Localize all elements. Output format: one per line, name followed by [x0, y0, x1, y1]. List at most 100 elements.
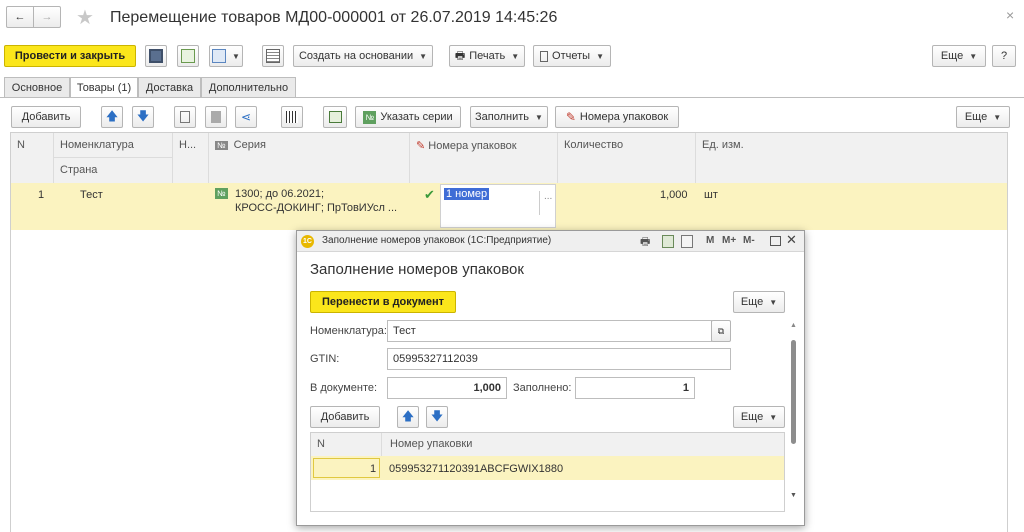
- arrow-up-icon: 🡅: [401, 408, 415, 423]
- col-h-header[interactable]: Н...: [173, 133, 209, 183]
- arrow-down-icon: 🡇: [136, 108, 150, 123]
- create-based-on-button[interactable]: Создать на основании ▼: [293, 45, 433, 67]
- packages-row-n: 1: [370, 463, 377, 475]
- reports-button[interactable]: Отчеты ▼: [533, 45, 611, 67]
- save-button[interactable]: [145, 45, 167, 67]
- goods-more-button[interactable]: Еще ▼: [956, 106, 1010, 128]
- choice-button[interactable]: ...: [539, 191, 552, 215]
- tab-main[interactable]: Основное: [4, 77, 70, 97]
- printer-icon: 🖶: [454, 49, 466, 62]
- memory-m-button[interactable]: M: [706, 235, 714, 246]
- row-series-line2: КРОСС-ДОКИНГ; ПрТовИУсл ...: [235, 202, 398, 214]
- chevron-down-icon: ▼: [969, 51, 978, 61]
- chevron-down-icon: ▼: [232, 51, 240, 61]
- packages-col-n-header[interactable]: N: [311, 433, 382, 456]
- post-button[interactable]: [177, 45, 199, 67]
- dialog-move-up-button[interactable]: 🡅: [397, 406, 419, 428]
- in-document-label: В документе:: [310, 382, 378, 394]
- print-preview-icon[interactable]: 🖶: [640, 233, 650, 252]
- row-series-badge: №: [215, 188, 228, 199]
- arrow-right-icon: →: [41, 11, 53, 23]
- package-numbers-button[interactable]: ✎ Номера упаковок: [555, 106, 679, 128]
- open-nomenclature-button[interactable]: ⧉: [711, 320, 731, 342]
- dialog-heading: Заполнение номеров упаковок: [310, 261, 524, 278]
- document-check-icon: [181, 49, 195, 63]
- dialog-move-down-button[interactable]: 🡇: [426, 406, 448, 428]
- filled-label: Заполнено:: [513, 382, 572, 394]
- dialog-more2-button[interactable]: Еще ▼: [733, 406, 785, 428]
- split-button[interactable]: ⋖: [235, 106, 257, 128]
- arrow-left-icon: ←: [14, 11, 26, 23]
- transfer-to-document-button[interactable]: Перенести в документ: [310, 291, 456, 313]
- tabs-underline: [0, 97, 1024, 98]
- fill-button[interactable]: Заполнить ▼: [470, 106, 548, 128]
- col-quantity-header[interactable]: Количество: [558, 133, 696, 183]
- back-button[interactable]: ←: [6, 6, 34, 28]
- tab-goods[interactable]: Товары (1): [70, 77, 138, 98]
- barcode-button[interactable]: [281, 106, 303, 128]
- share-icon: ⋖: [240, 110, 252, 124]
- chevron-down-icon: ▼: [596, 51, 604, 61]
- post-and-close-button[interactable]: Провести и закрыть: [4, 45, 136, 67]
- chevron-down-icon: ▼: [993, 112, 1002, 122]
- maximize-icon[interactable]: [770, 236, 781, 246]
- pick-button[interactable]: [323, 106, 347, 128]
- calculator-icon[interactable]: [662, 235, 674, 248]
- dialog-more-button[interactable]: Еще ▼: [733, 291, 785, 313]
- table-pick-icon: [328, 111, 342, 123]
- copy-icon: [180, 111, 190, 123]
- arrow-down-icon: 🡇: [430, 408, 444, 423]
- packages-col-number-header[interactable]: Номер упаковки: [382, 433, 784, 456]
- add-button[interactable]: Добавить: [11, 106, 81, 128]
- dialog-close-icon[interactable]: ✕: [786, 232, 797, 248]
- row-series-line1: 1300; до 06.2021;: [235, 188, 324, 200]
- check-icon: ✔: [424, 187, 435, 202]
- move-up-button[interactable]: 🡅: [101, 106, 123, 128]
- row-n: 1: [38, 189, 45, 201]
- more-button[interactable]: Еще ▼: [932, 45, 986, 67]
- tab-additional[interactable]: Дополнительно: [201, 77, 296, 97]
- dialog-window-title: Заполнение номеров упаковок (1С:Предприя…: [322, 235, 552, 246]
- journal-button[interactable]: [262, 45, 284, 67]
- help-button[interactable]: ?: [992, 45, 1016, 67]
- dialog-add-button[interactable]: Добавить: [310, 406, 380, 428]
- series-number-icon: №: [363, 110, 377, 124]
- close-icon[interactable]: ×: [1006, 7, 1014, 23]
- memory-plus-button[interactable]: M+: [722, 235, 736, 246]
- calendar-icon[interactable]: [681, 235, 693, 248]
- report-icon: [540, 50, 549, 62]
- scroll-down-icon[interactable]: ▼: [790, 492, 797, 499]
- nomenclature-field[interactable]: Тест: [387, 320, 712, 342]
- copy-row-button[interactable]: [174, 106, 196, 128]
- col-series-header[interactable]: № Серия: [209, 133, 410, 183]
- col-n-header[interactable]: N: [11, 133, 54, 183]
- col-package-numbers-header[interactable]: ✎ Номера упаковок: [410, 133, 558, 183]
- row-nomenclature: Тест: [80, 189, 103, 201]
- series-number-icon: №: [215, 141, 228, 150]
- nomenclature-label: Номенклатура:: [310, 325, 387, 337]
- chevron-down-icon: ▼: [769, 297, 778, 307]
- print-button[interactable]: 🖶 Печать ▼: [449, 45, 525, 67]
- delete-row-button[interactable]: [205, 106, 227, 128]
- favorite-star-icon[interactable]: ★: [76, 5, 94, 30]
- tab-delivery[interactable]: Доставка: [138, 77, 201, 97]
- structure-button[interactable]: ▼: [209, 45, 243, 67]
- forward-button[interactable]: →: [33, 6, 61, 28]
- specify-series-button[interactable]: № Указать серии: [355, 106, 461, 128]
- package-number-input[interactable]: 1 номер ...: [440, 184, 556, 228]
- col-country-header[interactable]: Страна: [54, 158, 173, 183]
- scroll-thumb[interactable]: [791, 340, 796, 444]
- col-nomenclature-header[interactable]: Номенклатура: [54, 133, 173, 158]
- app-logo-icon: 1С: [301, 235, 314, 248]
- col-unit-header[interactable]: Ед. изм.: [696, 133, 1007, 183]
- barcode-icon: [286, 111, 298, 123]
- move-down-button[interactable]: 🡇: [132, 106, 154, 128]
- memory-minus-button[interactable]: M-: [743, 235, 755, 246]
- open-link-icon: ⧉: [717, 325, 725, 336]
- scroll-up-icon[interactable]: ▲: [790, 322, 797, 329]
- list-icon: [266, 49, 280, 63]
- dialog-scrollbar[interactable]: ▲ ▼: [789, 322, 798, 512]
- floppy-disk-icon: [149, 49, 163, 63]
- gtin-field[interactable]: 05995327112039: [387, 348, 731, 370]
- eraser-icon: ✎: [565, 110, 576, 124]
